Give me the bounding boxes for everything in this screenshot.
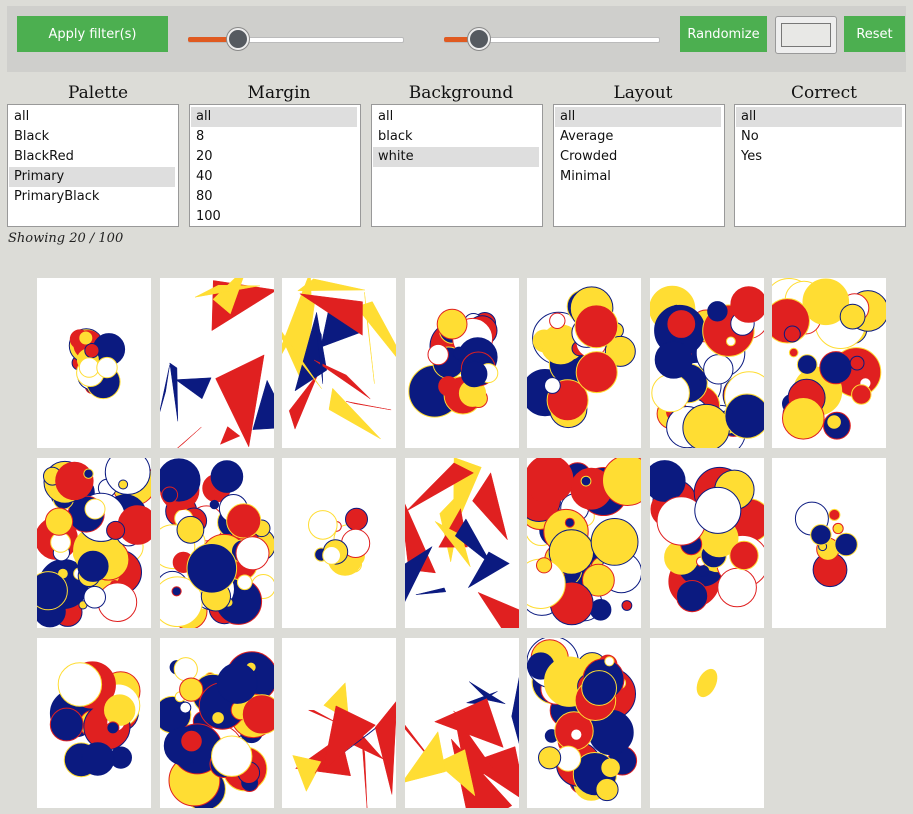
background-option[interactable]: all	[373, 107, 539, 127]
art-thumbnail[interactable]	[527, 638, 641, 808]
slider-1[interactable]	[188, 28, 404, 50]
palette-title: Palette	[67, 83, 129, 103]
margin-option[interactable]: 40	[191, 167, 357, 187]
art-thumbnail[interactable]	[160, 638, 274, 808]
background-option[interactable]: white	[373, 147, 539, 167]
art-thumbnail[interactable]	[772, 278, 886, 448]
margin-option[interactable]: all	[191, 107, 357, 127]
art-thumbnail[interactable]	[650, 458, 764, 628]
art-thumbnail[interactable]	[160, 458, 274, 628]
correct-title: Correct	[791, 83, 857, 103]
art-thumbnail[interactable]	[37, 278, 151, 448]
art-thumbnail[interactable]	[650, 278, 764, 448]
art-thumbnail[interactable]	[160, 278, 274, 448]
slider-2[interactable]	[444, 28, 660, 50]
art-thumbnail[interactable]	[37, 638, 151, 808]
palette-option[interactable]: all	[9, 107, 175, 127]
margin-option[interactable]: 20	[191, 147, 357, 167]
color-swatch	[781, 23, 831, 47]
layout-option[interactable]: all	[555, 107, 721, 127]
reset-button[interactable]: Reset	[844, 16, 905, 52]
art-thumbnail[interactable]	[527, 278, 641, 448]
layout-option[interactable]: Minimal	[555, 167, 721, 187]
background-title: Background	[408, 83, 514, 103]
art-thumbnail[interactable]	[405, 278, 519, 448]
palette-option[interactable]: BlackRed	[9, 147, 175, 167]
margin-option[interactable]: 100	[191, 207, 357, 226]
color-picker[interactable]	[775, 16, 837, 54]
art-thumbnail[interactable]	[405, 458, 519, 628]
art-thumbnail[interactable]	[37, 458, 151, 628]
layout-option[interactable]: Crowded	[555, 147, 721, 167]
layout-list[interactable]: all Average Crowded Minimal	[553, 104, 725, 227]
layout-title: Layout	[613, 83, 673, 103]
correct-option[interactable]: No	[736, 127, 902, 147]
art-thumbnail[interactable]	[772, 458, 886, 628]
art-thumbnail[interactable]	[282, 638, 396, 808]
slider-2-thumb[interactable]	[468, 28, 490, 50]
palette-option[interactable]: Black	[9, 127, 175, 147]
margin-list[interactable]: all 8 20 40 80 100	[189, 104, 361, 227]
art-thumbnail[interactable]	[282, 278, 396, 448]
palette-list[interactable]: all Black BlackRed Primary PrimaryBlack	[7, 104, 179, 227]
art-thumbnail[interactable]	[650, 638, 764, 808]
results-count: Showing 20 / 100	[8, 231, 124, 246]
margin-option[interactable]: 80	[191, 187, 357, 207]
correct-list[interactable]: all No Yes	[734, 104, 906, 227]
correct-option[interactable]: all	[736, 107, 902, 127]
randomize-button[interactable]: Randomize	[680, 16, 767, 52]
background-list[interactable]: all black white	[371, 104, 543, 227]
margin-title: Margin	[247, 83, 311, 103]
palette-option[interactable]: PrimaryBlack	[9, 187, 175, 207]
margin-option[interactable]: 8	[191, 127, 357, 147]
apply-filters-button[interactable]: Apply filter(s)	[17, 16, 168, 52]
art-thumbnail[interactable]	[527, 458, 641, 628]
correct-option[interactable]: Yes	[736, 147, 902, 167]
layout-option[interactable]: Average	[555, 127, 721, 147]
palette-option[interactable]: Primary	[9, 167, 175, 187]
slider-1-thumb[interactable]	[227, 28, 249, 50]
art-thumbnail[interactable]	[282, 458, 396, 628]
background-option[interactable]: black	[373, 127, 539, 147]
art-thumbnail[interactable]	[405, 638, 519, 808]
